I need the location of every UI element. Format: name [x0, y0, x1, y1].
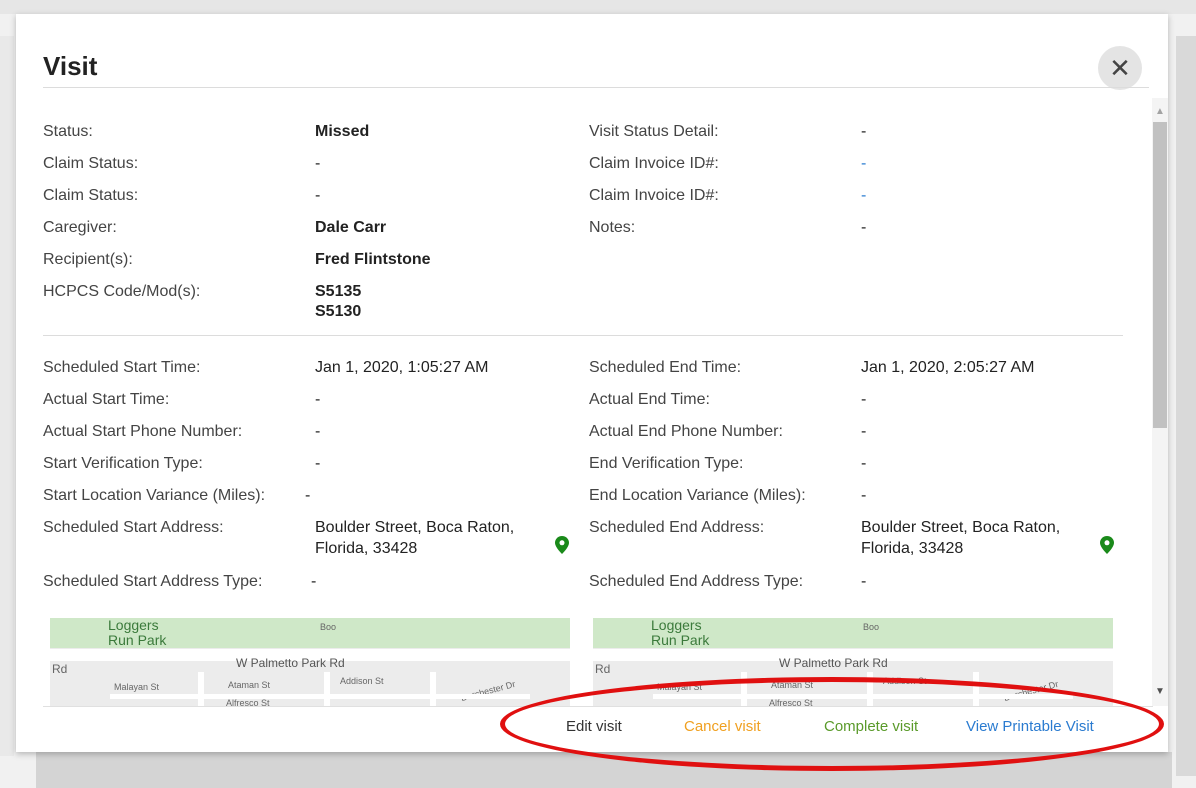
map-street-label: Rd [52, 662, 68, 676]
end-address-label: Scheduled End Address: [589, 519, 765, 536]
backdrop-left [0, 36, 14, 756]
claim-invoice-link[interactable]: - [861, 154, 866, 174]
end-variance-label: End Location Variance (Miles): [589, 487, 806, 504]
hcpcs-code: S5130 [315, 303, 362, 320]
map-street-label: Rd [595, 662, 611, 676]
map-street-label: Boo [863, 622, 880, 632]
start-phone-label: Actual Start Phone Number: [43, 423, 243, 440]
map-street-label: Ataman St [228, 680, 271, 690]
map-road-label: W Palmetto Park Rd [779, 656, 888, 670]
start-variance-label: Start Location Variance (Miles): [43, 487, 266, 504]
visit-modal: Visit ✕ Status: Missed Visit Status Deta… [16, 14, 1168, 752]
modal-content: Status: Missed Visit Status Detail: - Cl… [43, 88, 1149, 706]
end-phone-value: - [861, 423, 867, 440]
visit-status-detail-label: Visit Status Detail: [589, 123, 719, 140]
notes-value: - [861, 219, 867, 236]
start-address-type-label: Scheduled Start Address Type: [43, 573, 263, 590]
claim-invoice-link[interactable]: - [861, 186, 866, 206]
scheduled-end-label: Scheduled End Time: [589, 359, 742, 376]
modal-title: Visit [43, 51, 98, 81]
start-address-label: Scheduled Start Address: [43, 519, 224, 536]
start-location-map[interactable]: Loggers Run Park W Palmetto Park Rd Rd Ma… [50, 618, 570, 706]
scroll-up-arrow-icon[interactable]: ▲ [1155, 106, 1165, 117]
start-verification-value: - [315, 455, 321, 472]
red-annotation-circle [500, 677, 1164, 771]
hcpcs-label: HCPCS Code/Mod(s): [43, 283, 201, 300]
visit-status-detail-value: - [861, 123, 867, 140]
map-street-label: Dorchester Dr [459, 678, 517, 704]
map-park-label: Loggers Run Park [651, 618, 710, 648]
map-street-label: Alfresco St [226, 698, 270, 706]
claim-status-label: Claim Status: [43, 187, 139, 204]
end-address-type-label: Scheduled End Address Type: [589, 573, 804, 590]
claim-status-value: - [315, 155, 321, 172]
scheduled-start-label: Scheduled Start Time: [43, 359, 201, 376]
start-address-line: Florida, 33428 [315, 540, 418, 557]
caregiver-value: Dale Carr [315, 219, 387, 236]
status-label: Status: [43, 123, 93, 140]
actual-start-value: - [315, 391, 321, 408]
scrollbar-thumb[interactable] [1153, 122, 1167, 428]
map-pin-icon[interactable] [1100, 536, 1114, 554]
backdrop-right [1176, 36, 1196, 776]
map-street [198, 672, 204, 706]
notes-label: Notes: [589, 219, 636, 236]
status-value: Missed [315, 123, 370, 140]
end-address-type-value: - [861, 573, 867, 590]
map-road-label: W Palmetto Park Rd [236, 656, 345, 670]
close-button[interactable]: ✕ [1098, 46, 1142, 90]
end-verification-value: - [861, 455, 867, 472]
close-icon: ✕ [1109, 52, 1131, 83]
actual-end-value: - [861, 391, 867, 408]
recipients-label: Recipient(s): [43, 251, 133, 268]
end-address-line: Florida, 33428 [861, 540, 964, 557]
start-variance-value: - [305, 487, 311, 504]
map-street [324, 672, 330, 706]
actual-start-label: Actual Start Time: [43, 391, 170, 408]
map-park-label: Loggers Run Park [108, 618, 167, 648]
scroll-down-arrow-icon[interactable]: ▼ [1155, 686, 1165, 697]
hcpcs-code: S5135 [315, 283, 362, 300]
actual-end-label: Actual End Time: [589, 391, 710, 408]
caregiver-label: Caregiver: [43, 219, 117, 236]
scheduled-end-value: Jan 1, 2020, 2:05:27 AM [861, 359, 1035, 376]
map-street-label: Addison St [340, 676, 384, 686]
claim-status-label: Claim Status: [43, 155, 139, 172]
claim-invoice-label: Claim Invoice ID#: [589, 187, 719, 204]
end-address-line: Boulder Street, Boca Raton, [861, 519, 1061, 536]
section-divider [43, 335, 1123, 336]
recipients-value: Fred Flintstone [315, 251, 431, 268]
map-pin-icon[interactable] [555, 536, 569, 554]
start-verification-label: Start Verification Type: [43, 455, 203, 472]
backdrop-top [0, 0, 1196, 14]
end-phone-label: Actual End Phone Number: [589, 423, 783, 440]
claim-status-value: - [315, 187, 321, 204]
map-street-label: Malayan St [114, 682, 160, 692]
end-variance-value: - [861, 487, 867, 504]
scheduled-start-value: Jan 1, 2020, 1:05:27 AM [315, 359, 489, 376]
map-street-label: Boo [320, 622, 337, 632]
start-address-line: Boulder Street, Boca Raton, [315, 519, 515, 536]
map-street [430, 672, 436, 706]
claim-invoice-label: Claim Invoice ID#: [589, 155, 719, 172]
start-phone-value: - [315, 423, 321, 440]
map-street [110, 694, 530, 699]
start-address-type-value: - [311, 573, 317, 590]
end-verification-label: End Verification Type: [589, 455, 744, 472]
